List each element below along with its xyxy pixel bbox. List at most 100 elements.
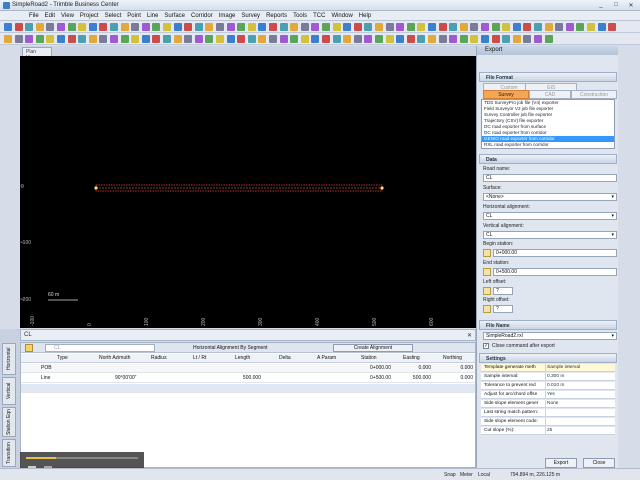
toolbar-button-icon[interactable] [237,35,246,43]
toolbar-button-icon[interactable] [322,35,330,43]
alignment-end-point[interactable] [380,186,384,190]
grid-search-input[interactable]: CL [45,344,155,352]
tab-plan-view[interactable]: Plan View [22,47,52,61]
menu-help[interactable]: Help [356,13,374,19]
toolbar-button-icon[interactable] [247,35,256,43]
close-button[interactable]: Close [583,458,615,468]
toolbar-button-icon[interactable] [544,23,553,31]
toolbar-button-icon[interactable] [279,23,288,31]
export-button[interactable]: Export [545,458,577,468]
menu-survey[interactable]: Survey [238,13,263,19]
toolbar-button-icon[interactable] [258,35,267,43]
toolbar-button-icon[interactable] [512,23,521,31]
toolbar-button-icon[interactable] [226,23,235,31]
col-northing[interactable]: Northing [443,355,462,361]
create-alignment-button[interactable]: Create Alignment [333,344,413,352]
toolbar-button-icon[interactable] [364,23,373,31]
toolbar-button-icon[interactable] [25,35,34,43]
toolbar-button-icon[interactable] [290,23,299,31]
toolbar-button-icon[interactable] [4,35,12,43]
toolbar-button-icon[interactable] [353,23,362,31]
toolbar-button-icon[interactable] [4,23,12,31]
alignment-icon[interactable] [25,344,33,352]
toolbar-button-icon[interactable] [141,35,150,43]
command-line[interactable]: CL ✕ [20,329,476,341]
toolbar-button-icon[interactable] [459,23,468,31]
tab-station-eqn[interactable]: Station Eqn [2,407,16,437]
setting-row[interactable]: Side slope element gener None [481,400,615,408]
begin-station-field[interactable]: 0+000.00 [493,249,617,257]
toolbar-button-icon[interactable] [131,35,140,43]
menu-file[interactable]: File [26,13,42,19]
toolbar-button-icon[interactable] [184,23,193,31]
col-radius[interactable]: Radius [151,355,167,361]
menu-tools[interactable]: Tools [290,13,310,19]
minimize-button[interactable]: _ [595,1,607,9]
toolbar-button-icon[interactable] [205,23,214,31]
toolbar-button-icon[interactable] [88,35,97,43]
toolbar-button-icon[interactable] [597,23,606,31]
format-tab-cad[interactable]: CAD [529,90,571,99]
status-snap[interactable]: Snap [444,472,456,478]
file-name-field[interactable]: SimpleRoad2.rxl [483,332,617,340]
surface-select[interactable]: <None> [483,193,617,201]
toolbar-button-icon[interactable] [226,35,235,43]
toolbar-button-icon[interactable] [279,35,288,43]
menu-point[interactable]: Point [124,13,144,19]
toolbar-button-icon[interactable] [417,23,426,31]
toolbar-button-icon[interactable] [396,23,405,31]
toolbar-button-icon[interactable] [417,35,426,43]
toolbar-button-icon[interactable] [269,35,277,43]
toolbar-button-icon[interactable] [385,23,394,31]
toolbar-button-icon[interactable] [35,23,44,31]
toolbar-button-icon[interactable] [258,23,267,31]
toolbar-button-icon[interactable] [290,35,299,43]
right-offset-field[interactable]: ? [493,305,513,313]
toolbar-button-icon[interactable] [512,35,521,43]
col-type[interactable]: Type [57,355,68,361]
table-new-row[interactable] [21,384,475,393]
toolbar-button-icon[interactable] [35,35,44,43]
setting-row[interactable]: Side slope element code: [481,418,615,426]
toolbar-button-icon[interactable] [247,23,256,31]
toolbar-button-icon[interactable] [406,23,415,31]
toolbar-button-icon[interactable] [14,23,23,31]
toolbar-button-icon[interactable] [25,23,34,31]
toolbar-button-icon[interactable] [353,35,362,43]
toolbar-button-icon[interactable] [57,35,65,43]
toolbar-button-icon[interactable] [216,23,224,31]
toolbar-button-icon[interactable] [141,23,150,31]
toolbar-button-icon[interactable] [99,35,108,43]
toolbar-button-icon[interactable] [205,35,214,43]
toolbar-button-icon[interactable] [184,35,193,43]
toolbar-button-icon[interactable] [534,23,542,31]
tab-transition[interactable]: Transition [2,439,16,467]
menu-line[interactable]: Line [144,13,161,19]
plan-view-canvas[interactable]: 0 -100 -200 -100010020030040050060070080… [20,56,476,328]
toolbar-button-icon[interactable] [332,23,341,31]
menu-edit[interactable]: Edit [42,13,58,19]
toolbar-button-icon[interactable] [343,23,352,31]
toolbar-button-icon[interactable] [375,35,383,43]
road-name-field[interactable]: CL [483,174,617,182]
toolbar-button-icon[interactable] [343,35,352,43]
toolbar-button-icon[interactable] [110,23,118,31]
toolbar-button-icon[interactable] [481,23,489,31]
alignment-start-point[interactable] [94,186,98,190]
toolbar-button-icon[interactable] [396,35,405,43]
toolbar-button-icon[interactable] [481,35,489,43]
toolbar-button-icon[interactable] [78,23,87,31]
menu-window[interactable]: Window [328,13,355,19]
status-local[interactable]: Local [478,472,490,478]
toolbar-button-icon[interactable] [470,23,479,31]
toolbar-button-icon[interactable] [608,23,617,31]
toolbar-button-icon[interactable] [131,23,140,31]
close-window-button[interactable]: ✕ [625,1,637,9]
toolbar-button-icon[interactable] [375,23,383,31]
toolbar-button-icon[interactable] [406,35,415,43]
toolbar-button-icon[interactable] [428,35,436,43]
toolbar-button-icon[interactable] [57,23,65,31]
toolbar-button-icon[interactable] [523,23,532,31]
tab-horizontal[interactable]: Horizontal [2,343,16,375]
col-delta[interactable]: Delta [279,355,291,361]
